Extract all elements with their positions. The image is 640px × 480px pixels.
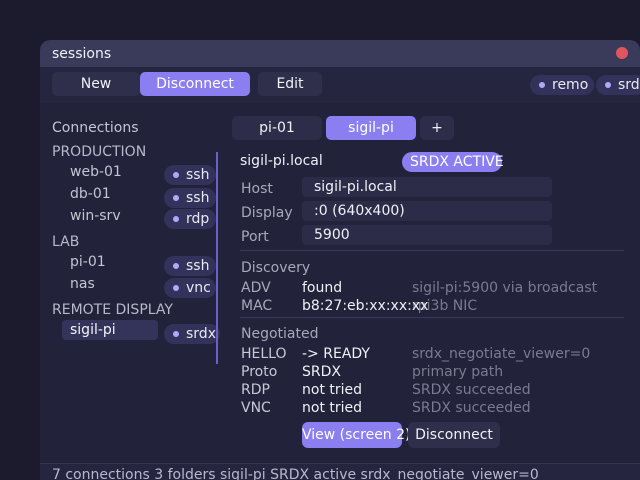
status-dot-icon (173, 172, 179, 178)
group-production[interactable]: PRODUCTION (52, 144, 146, 160)
sidebar-item-win-srv[interactable]: win-srv (70, 208, 121, 224)
toolbar: New Disconnect Edit remo srdx (40, 67, 640, 103)
hello-label: HELLO (241, 346, 287, 362)
tab-pi-01[interactable]: pi-01 (232, 116, 322, 140)
port-label: Port (241, 229, 269, 245)
proto-chip: ssh (164, 165, 216, 185)
hello-note: srdx_negotiate_viewer=0 (412, 346, 591, 362)
detail-disconnect-button[interactable]: Disconnect (408, 422, 500, 448)
sidebar-item-db-01[interactable]: db-01 (70, 186, 111, 202)
vnc-note: SRDX succeeded (412, 400, 531, 416)
proto-note: primary path (412, 364, 504, 380)
toolbar-chip-srdx[interactable]: srdx (596, 75, 640, 95)
host-label: Host (241, 181, 273, 197)
status-bar: 7 connections 3 folders sigil-pi SRDX ac… (40, 463, 640, 480)
group-remote-display[interactable]: REMOTE DISPLAY (52, 302, 173, 318)
close-icon[interactable] (616, 47, 628, 59)
proto-chip: ssh (164, 256, 216, 276)
proto-label: Proto (241, 364, 278, 380)
window-title: sessions (52, 46, 112, 62)
rdp-note: SRDX succeeded (412, 382, 531, 398)
port-field[interactable]: 5900 (302, 225, 552, 245)
sessions-window: sessions New Disconnect Edit remo srdx C… (40, 40, 640, 480)
adv-value: found (302, 280, 343, 296)
proto-value: SRDX (302, 364, 341, 380)
proto-chip: vnc (164, 278, 216, 298)
sidebar-item-sigil-pi[interactable]: sigil-pi (62, 320, 158, 340)
group-lab[interactable]: LAB (52, 234, 79, 250)
edit-button[interactable]: Edit (258, 72, 322, 96)
toolbar-chip-remote[interactable]: remo (530, 75, 594, 95)
disconnect-button[interactable]: Disconnect (140, 72, 250, 96)
negotiated-heading: Negotiated (241, 326, 319, 342)
status-dot-icon (173, 263, 179, 269)
divider (240, 317, 624, 318)
tab-sigil-pi[interactable]: sigil-pi (326, 116, 416, 140)
status-dot-icon (173, 216, 179, 222)
sidebar-heading: Connections (52, 120, 139, 136)
sidebar-item-pi-01[interactable]: pi-01 (70, 254, 106, 270)
status-dot-icon (173, 195, 179, 201)
new-button[interactable]: New (52, 72, 140, 96)
proto-chip: ssh (164, 188, 216, 208)
status-dot-icon (173, 285, 179, 291)
discovery-heading: Discovery (241, 260, 311, 276)
view-screen-button[interactable]: View (screen 2) (302, 422, 411, 448)
host-field[interactable]: sigil-pi.local (302, 177, 552, 197)
divider (240, 250, 624, 251)
rdp-label: RDP (241, 382, 270, 398)
display-label: Display (241, 205, 293, 221)
vnc-value: not tried (302, 400, 363, 416)
hello-value: -> READY (302, 346, 370, 362)
mac-value: b8:27:eb:xx:xx:xx (302, 298, 429, 314)
vnc-label: VNC (241, 400, 271, 416)
sidebar-item-web-01[interactable]: web-01 (70, 164, 122, 180)
status-badge: SRDX ACTIVE (402, 152, 504, 172)
title-bar[interactable]: sessions (40, 40, 640, 67)
sidebar-item-nas[interactable]: nas (70, 276, 95, 292)
proto-chip: rdp (164, 209, 216, 229)
adv-label: ADV (241, 280, 271, 296)
proto-chip: srdx (164, 324, 220, 344)
detail-hostname: sigil-pi.local (240, 153, 323, 169)
add-tab-button[interactable]: + (420, 116, 454, 140)
mac-label: MAC (241, 298, 273, 314)
status-dot-icon (605, 82, 611, 88)
status-dot-icon (173, 331, 179, 337)
sidebar-divider (216, 152, 218, 364)
status-text: 7 connections 3 folders sigil-pi SRDX ac… (52, 467, 539, 480)
display-field[interactable]: :0 (640x400) (302, 201, 552, 221)
adv-note: sigil-pi:5900 via broadcast (412, 280, 598, 296)
status-dot-icon (539, 82, 545, 88)
rdp-value: not tried (302, 382, 363, 398)
